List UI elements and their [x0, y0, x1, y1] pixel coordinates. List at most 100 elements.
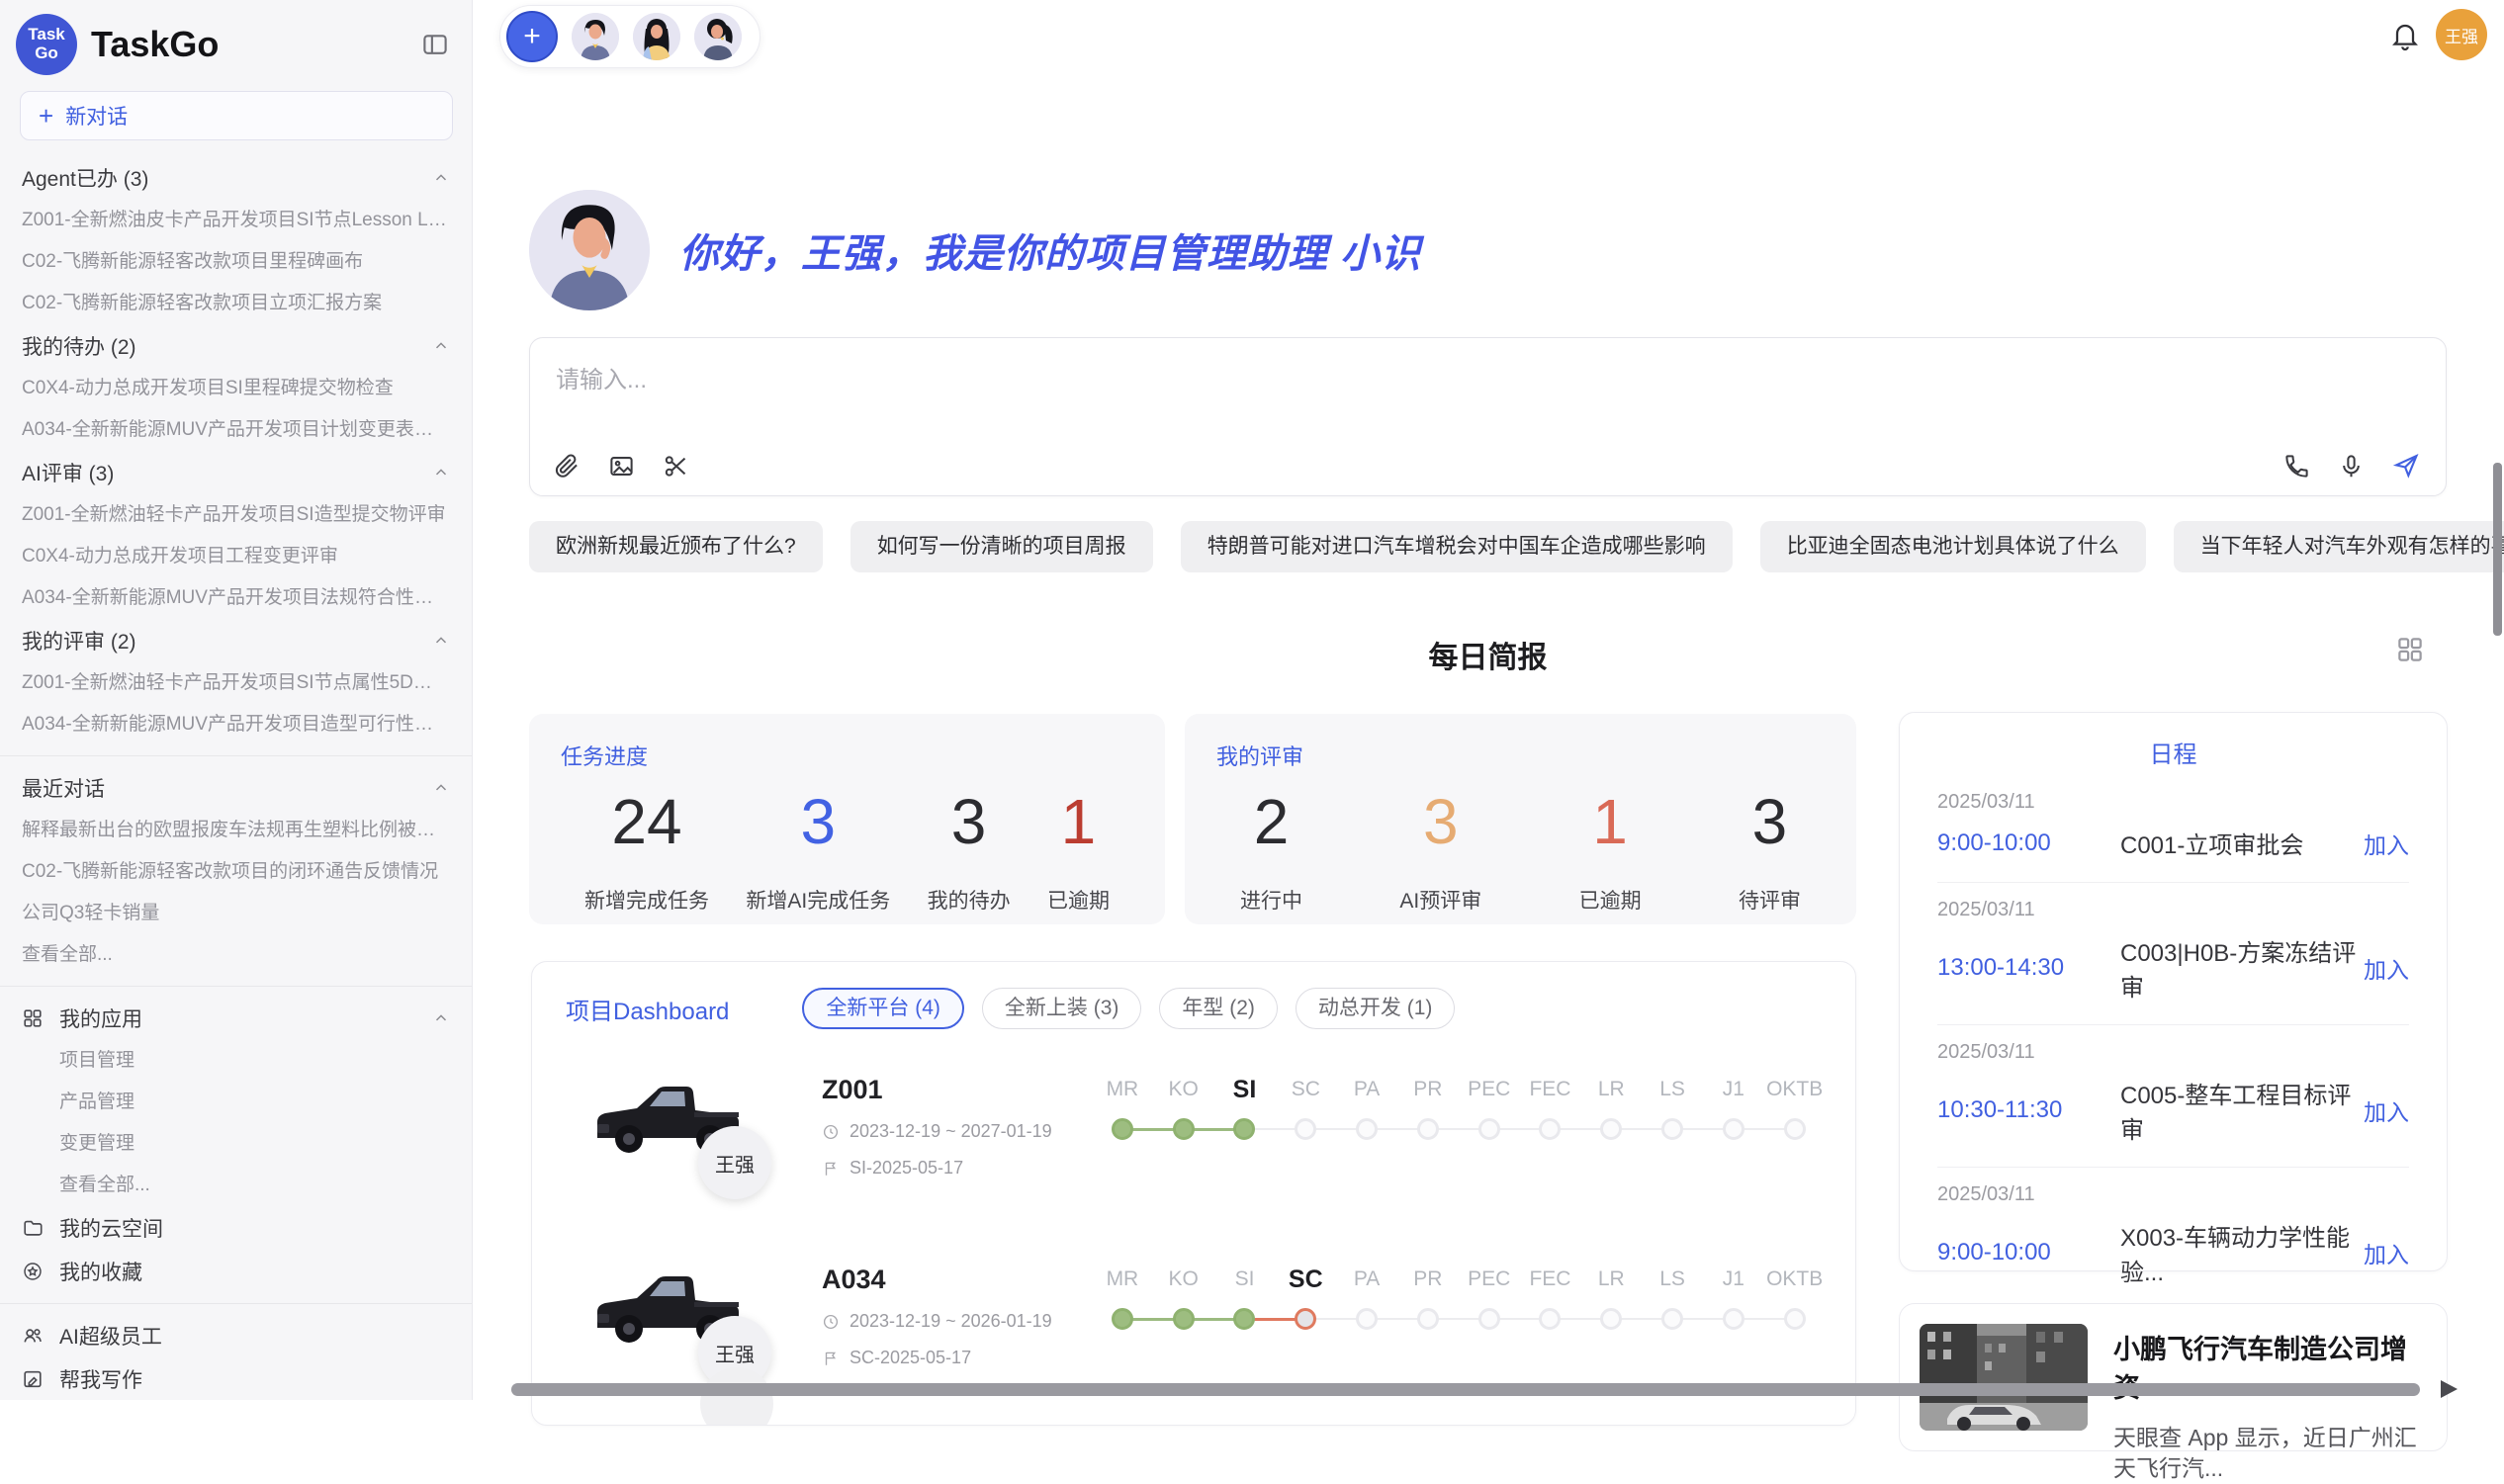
sidebar-item[interactable]: 解释最新出台的欧盟报废车法规再生塑料比例被调至15%...	[0, 810, 472, 851]
stat-value: 3	[1399, 789, 1481, 855]
project-row[interactable]: 王强 Z001 2023-12-19 ~ 2027-01-19 SI-2025-…	[532, 1063, 1855, 1219]
member-avatar[interactable]	[572, 13, 619, 60]
card-title: 任务进度	[561, 740, 1133, 771]
notifications-button[interactable]	[2389, 20, 2421, 51]
event-date: 2025/03/11	[1937, 791, 2409, 814]
vertical-scrollbar[interactable]	[2493, 463, 2502, 636]
new-chat-label: 新对话	[65, 101, 128, 131]
daily-briefing-title: 每日简报	[529, 633, 2447, 676]
event-time: 9:00-10:00	[1937, 829, 2120, 857]
mic-button[interactable]	[2338, 452, 2365, 480]
snippet-button[interactable]	[663, 453, 689, 480]
sidebar-section-my-apps[interactable]: 我的应用	[0, 997, 472, 1040]
sidebar-section-my-review[interactable]: 我的评审 (2)	[0, 619, 472, 662]
date-range: 2023-12-19 ~ 2026-01-19	[850, 1311, 1052, 1332]
app-logo: Task Go	[16, 14, 77, 75]
news-image	[1920, 1324, 2088, 1431]
milestone-label: LS	[1642, 1073, 1703, 1106]
milestone-dot	[1580, 1118, 1642, 1140]
sidebar-app-item[interactable]: 项目管理	[0, 1040, 472, 1082]
sidebar-item-favorites[interactable]: 我的收藏	[0, 1250, 472, 1293]
sidebar-item-cloud-space[interactable]: 我的云空间	[0, 1206, 472, 1250]
sidebar-item[interactable]: A034-全新新能源MUV产品开发项目造型可行性评审	[0, 704, 472, 745]
milestone-label-current: SC	[1275, 1263, 1336, 1296]
send-button[interactable]	[2392, 452, 2420, 480]
horizontal-scrollbar[interactable]	[511, 1383, 2420, 1396]
tab-year-model[interactable]: 年型 (2)	[1159, 988, 1278, 1029]
tab-new-platform[interactable]: 全新平台 (4)	[802, 988, 964, 1029]
section-label: AI评审 (3)	[22, 458, 114, 487]
stats-row: 2进行中 3AI预评审 1已逾期 3待评审	[1216, 789, 1825, 915]
milestone-label: PA	[1336, 1263, 1397, 1296]
briefing-layout-button[interactable]	[2395, 635, 2425, 664]
join-link[interactable]: 加入	[2364, 1236, 2409, 1269]
sidebar-item[interactable]: 公司Q3轻卡销量	[0, 893, 472, 934]
sidebar-item[interactable]: A034-全新新能源MUV产品开发项目法规符合性评审	[0, 577, 472, 619]
milestone-dot-done	[1092, 1308, 1153, 1330]
app-root: Task Go TaskGo + 新对话 Agent已办 (3) Z001-全新…	[0, 0, 2504, 1400]
sidebar-section-recent-chats[interactable]: 最近对话	[0, 766, 472, 810]
logo-line1: Task	[28, 26, 65, 44]
sidebar-item[interactable]: C02-飞腾新能源轻客改款项目里程碑画布	[0, 241, 472, 283]
stat: 3新增AI完成任务	[746, 789, 890, 915]
star-badge-icon	[22, 1261, 44, 1282]
sidebar-item[interactable]: Z001-全新燃油轻卡产品开发项目SI造型提交物评审	[0, 494, 472, 536]
milestone-label: LR	[1580, 1263, 1642, 1296]
sidebar-app-item-view-all[interactable]: 查看全部...	[0, 1165, 472, 1206]
sidebar-section-agent-done[interactable]: Agent已办 (3)	[0, 156, 472, 200]
sidebar-item-help-write[interactable]: 帮我写作	[0, 1357, 472, 1400]
sidebar-section-my-todo[interactable]: 我的待办 (2)	[0, 324, 472, 368]
voice-call-button[interactable]	[2283, 452, 2310, 480]
news-card[interactable]: 小鹏飞行汽车制造公司增资 天眼查 App 显示，近日广州汇天飞行汽...	[1899, 1303, 2448, 1451]
sidebar-item[interactable]: C02-飞腾新能源轻客改款项目的闭环通告反馈情况	[0, 851, 472, 893]
new-chat-button[interactable]: + 新对话	[20, 91, 453, 140]
team-members-bar: +	[499, 5, 760, 68]
sidebar-app-item[interactable]: 变更管理	[0, 1123, 472, 1165]
sidebar-app-item[interactable]: 产品管理	[0, 1082, 472, 1123]
owner-badge: 王强	[698, 1126, 771, 1199]
sidebar-item[interactable]: Z001-全新燃油轻卡产品开发项目SI节点属性5D文件评审	[0, 662, 472, 704]
join-link[interactable]: 加入	[2364, 951, 2409, 985]
sidebar-section-ai-review[interactable]: AI评审 (3)	[0, 451, 472, 494]
stat-label: 已逾期	[1047, 885, 1110, 915]
milestone-dots-row	[1092, 1118, 1826, 1144]
sidebar-item-ai-employee[interactable]: AI超级员工	[0, 1314, 472, 1357]
sidebar-item[interactable]: C0X4-动力总成开发项目SI里程碑提交物检查	[0, 368, 472, 409]
phone-icon	[2283, 453, 2310, 480]
sidebar-item-view-all[interactable]: 查看全部...	[0, 934, 472, 976]
suggestion-chip[interactable]: 比亚迪全固态电池计划具体说了什么	[1760, 521, 2146, 572]
milestone-dot	[1764, 1308, 1826, 1330]
chevron-up-icon	[432, 337, 450, 355]
add-member-button[interactable]: +	[506, 11, 558, 62]
attach-button[interactable]	[554, 453, 581, 480]
tab-powertrain[interactable]: 动总开发 (1)	[1296, 988, 1456, 1029]
user-avatar[interactable]: 王强	[2436, 9, 2487, 60]
milestone-dot-done	[1214, 1118, 1276, 1140]
tab-new-body[interactable]: 全新上装 (3)	[982, 988, 1142, 1029]
scroll-right-arrow[interactable]	[2441, 1380, 2458, 1398]
suggestion-chip[interactable]: 欧洲新规最近颁布了什么?	[529, 521, 823, 572]
schedule-event: 2025/03/11 9:00-10:00 C001-立项审批会 加入	[1937, 775, 2409, 883]
sidebar-item[interactable]: A034-全新新能源MUV产品开发项目计划变更表编写	[0, 409, 472, 451]
suggestion-chip[interactable]: 特朗普可能对进口汽车增税会对中国车企造成哪些影响	[1181, 521, 1733, 572]
chat-input[interactable]	[530, 338, 2446, 427]
image-upload-button[interactable]	[608, 453, 635, 480]
chevron-up-icon	[432, 464, 450, 481]
member-avatar[interactable]	[694, 13, 742, 60]
sidebar-item[interactable]: C0X4-动力总成开发项目工程变更评审	[0, 536, 472, 577]
favorites-label: 我的收藏	[59, 1257, 142, 1286]
sidebar-collapse-button[interactable]	[420, 30, 450, 59]
milestone-label: J1	[1703, 1263, 1764, 1296]
sidebar-item[interactable]: Z001-全新燃油皮卡产品开发项目SI节点Lesson Learn报告	[0, 200, 472, 241]
suggestion-chip[interactable]: 当下年轻人对汽车外观有怎样的喜好趋势	[2174, 521, 2504, 572]
member-avatar[interactable]	[633, 13, 680, 60]
scissors-icon	[663, 453, 689, 480]
dashboard-header: 项目Dashboard 全新平台 (4) 全新上装 (3) 年型 (2) 动总开…	[532, 962, 1855, 1029]
event-title: C003|H0B-方案冻结评审	[2120, 933, 2364, 1003]
stat-label: AI预评审	[1399, 885, 1481, 915]
suggestion-chip[interactable]: 如何写一份清晰的项目周报	[850, 521, 1153, 572]
join-link[interactable]: 加入	[2364, 827, 2409, 860]
sidebar-item[interactable]: C02-飞腾新能源轻客改款项目立项汇报方案	[0, 283, 472, 324]
join-link[interactable]: 加入	[2364, 1093, 2409, 1127]
panel-collapse-icon	[420, 30, 450, 59]
